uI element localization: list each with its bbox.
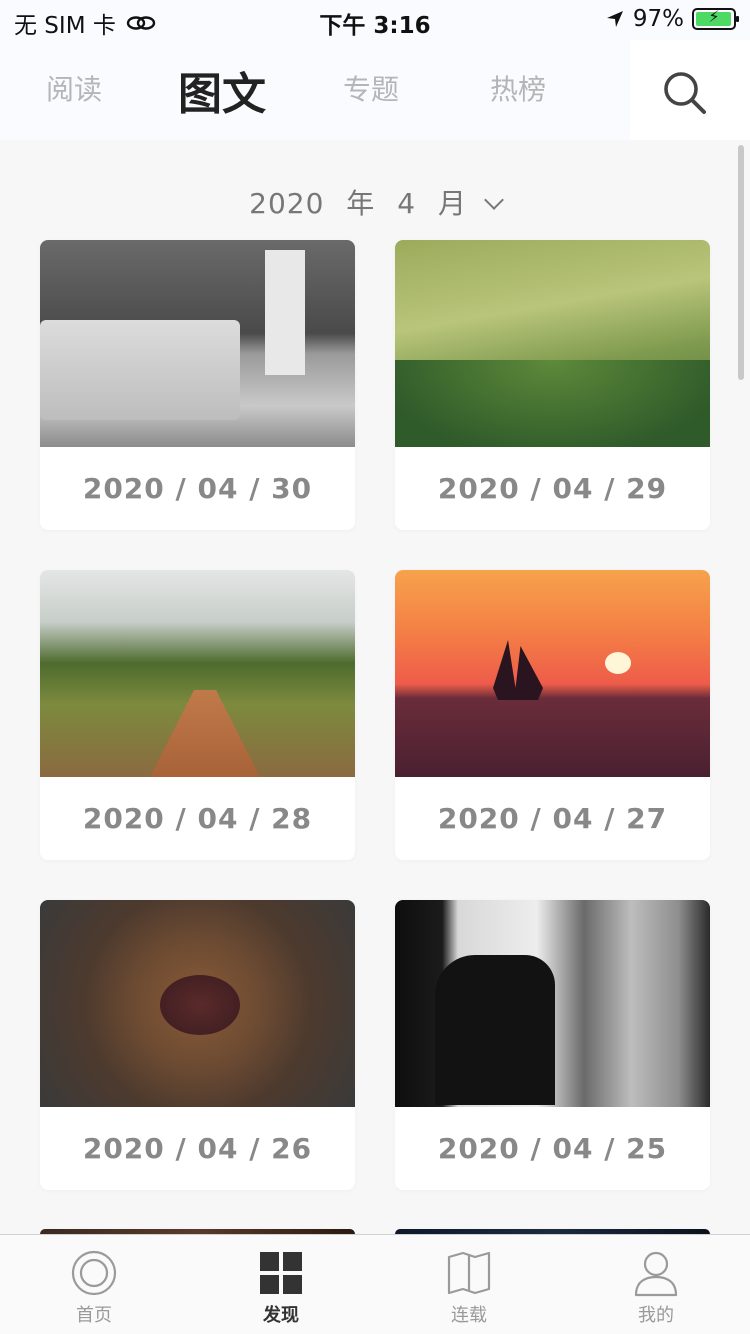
tab-trending[interactable]: 热榜	[490, 68, 546, 108]
article-card[interactable]: 2020 / 04 / 28	[40, 570, 355, 860]
tab-discover-label: 发现	[263, 1305, 299, 1326]
month-selector[interactable]: 2020 年 4 月	[0, 182, 750, 222]
location-arrow-icon	[606, 11, 623, 27]
status-bar: 无 SIM 卡 下午 3:16 97% ⚡	[0, 0, 750, 40]
bedroom-photo	[40, 240, 355, 447]
dirt-road-photo	[40, 570, 355, 777]
article-card[interactable]: 2020 / 04 / 27	[395, 570, 710, 860]
home-circle-icon	[70, 1249, 118, 1297]
tab-serial[interactable]: 连载	[414, 1249, 524, 1334]
search-button[interactable]	[660, 68, 710, 118]
tab-image-text[interactable]: 图文	[178, 58, 266, 122]
bolt-icon: ⚡	[708, 7, 720, 26]
tab-home[interactable]: 首页	[39, 1249, 149, 1334]
card-date: 2020 / 04 / 25	[437, 1132, 668, 1165]
month-year-unit: 年	[346, 187, 376, 220]
battery-percent: 97%	[632, 6, 684, 32]
grid-icon	[257, 1249, 305, 1297]
sunset-sailboat-photo	[395, 570, 710, 777]
clock-photo	[40, 900, 355, 1107]
article-card[interactable]: 2020 / 04 / 30	[40, 240, 355, 530]
search-icon	[664, 72, 706, 114]
book-icon	[445, 1249, 493, 1297]
tab-discover[interactable]: 发现	[226, 1249, 336, 1334]
battery-charging-icon: ⚡	[692, 7, 739, 30]
top-tab-bar: 阅读 图文 专题 热榜 问	[0, 40, 750, 140]
chevron-down-icon	[483, 190, 504, 210]
tab-profile-label: 我的	[638, 1305, 674, 1326]
month-unit: 月	[437, 187, 467, 220]
card-date: 2020 / 04 / 28	[82, 802, 313, 835]
tab-read[interactable]: 阅读	[46, 68, 102, 108]
tab-topics[interactable]: 专题	[343, 68, 399, 108]
card-date: 2020 / 04 / 27	[437, 802, 668, 835]
month-value: 4	[397, 187, 417, 220]
tab-home-label: 首页	[76, 1305, 112, 1326]
status-right: 97% ⚡	[605, 6, 739, 32]
tab-profile[interactable]: 我的	[601, 1249, 711, 1334]
scroll-indicator	[738, 145, 744, 380]
card-date: 2020 / 04 / 30	[82, 472, 313, 505]
article-card[interactable]: 2020 / 04 / 29	[395, 240, 710, 530]
article-card[interactable]: 2020 / 04 / 25	[395, 900, 710, 1190]
month-year: 2020	[249, 187, 325, 220]
meadow-painting	[395, 240, 710, 447]
card-date: 2020 / 04 / 29	[437, 472, 668, 505]
card-date: 2020 / 04 / 26	[82, 1132, 313, 1165]
bottom-tab-bar: 首页 发现 连载 我的	[0, 1234, 750, 1334]
user-icon	[632, 1249, 680, 1297]
article-card[interactable]: 2020 / 04 / 26	[40, 900, 355, 1190]
tab-serial-label: 连载	[451, 1305, 487, 1326]
window-silhouette-photo	[395, 900, 710, 1107]
